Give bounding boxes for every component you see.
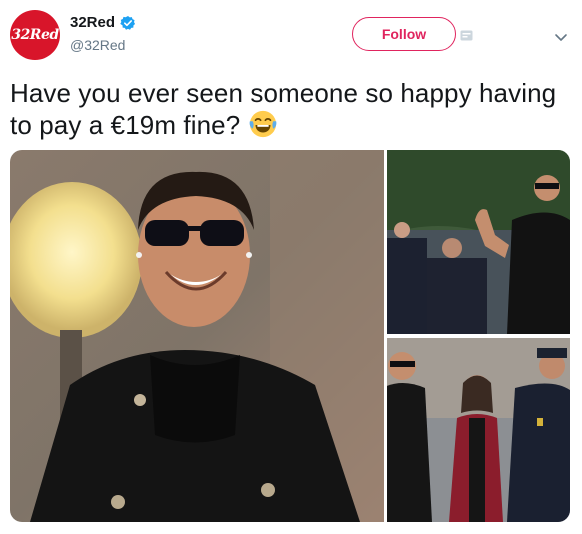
media-grid[interactable] xyxy=(10,150,570,522)
photo-man-walking-with-woman xyxy=(387,338,570,522)
avatar[interactable]: 32Red xyxy=(10,10,60,60)
follow-button[interactable]: Follow xyxy=(352,17,456,51)
tweet-body: Have you ever seen someone so happy havi… xyxy=(10,78,557,140)
author-name-row[interactable]: 32Red xyxy=(70,14,136,31)
face-with-tears-of-joy-icon xyxy=(249,110,276,138)
block-icon[interactable] xyxy=(460,29,473,42)
media-photo-3[interactable] xyxy=(387,338,570,522)
tweet-text: Have you ever seen someone so happy havi… xyxy=(10,78,570,141)
chevron-down-icon[interactable] xyxy=(553,29,569,45)
display-name[interactable]: 32Red xyxy=(70,14,115,31)
photo-man-waving xyxy=(387,150,570,334)
media-photo-2[interactable] xyxy=(387,150,570,334)
avatar-logo-text: 32Red xyxy=(11,27,59,43)
media-photo-1[interactable] xyxy=(10,150,384,522)
user-handle[interactable]: @32Red xyxy=(70,37,125,53)
verified-badge-icon xyxy=(120,15,136,30)
photo-smiling-man-sunglasses xyxy=(10,150,384,522)
